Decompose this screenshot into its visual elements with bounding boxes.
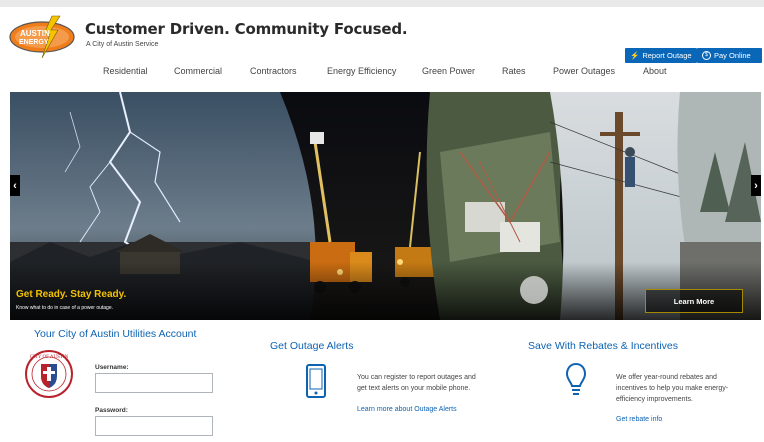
dollar-circle-icon: $ xyxy=(702,51,711,60)
hero-title: Get Ready. Stay Ready. xyxy=(16,289,127,300)
carousel-prev-button[interactable]: ‹ xyxy=(10,175,20,196)
lightbulb-icon xyxy=(565,362,587,395)
nav-item-about[interactable]: About xyxy=(643,66,667,76)
outage-alerts-text-1: You can register to report outages and xyxy=(357,374,476,381)
nav-item-energy-efficiency[interactable]: Energy Efficiency xyxy=(327,66,396,76)
username-label: Username: xyxy=(95,364,129,371)
hero-banner[interactable] xyxy=(10,92,761,320)
nav-item-power-outages[interactable]: Power Outages xyxy=(553,66,615,76)
main-nav: Residential Commercial Contractors Energ… xyxy=(0,66,764,82)
site-subtagline: A City of Austin Service xyxy=(86,41,159,48)
seal-text: CITY OF AUSTIN xyxy=(30,355,69,360)
top-border xyxy=(0,0,764,7)
lightning-icon: ⚡ xyxy=(630,51,640,60)
hero-image xyxy=(10,92,761,320)
mobile-phone-icon xyxy=(306,364,326,398)
nav-item-residential[interactable]: Residential xyxy=(103,66,148,76)
austin-energy-logo[interactable]: AUSTIN ENERGY xyxy=(8,14,78,60)
city-seal-icon: CITY OF AUSTIN xyxy=(25,350,73,398)
carousel-indicator[interactable] xyxy=(520,276,548,304)
outage-alerts-text-2: get text alerts on your mobile phone. xyxy=(357,385,471,392)
rebates-text-2: incentives to help you make energy- xyxy=(616,385,729,392)
password-input[interactable] xyxy=(95,416,213,436)
rebates-text-3: efficiency improvements. xyxy=(616,396,693,403)
username-input[interactable] xyxy=(95,373,213,393)
nav-item-commercial[interactable]: Commercial xyxy=(174,66,222,76)
report-outage-button[interactable]: ⚡ Report Outage xyxy=(625,48,697,63)
nav-item-green-power[interactable]: Green Power xyxy=(422,66,475,76)
chevron-right-icon: › xyxy=(754,179,758,192)
chevron-left-icon: ‹ xyxy=(13,179,17,192)
outage-alerts-title: Get Outage Alerts xyxy=(270,340,354,352)
carousel-next-button[interactable]: › xyxy=(751,175,761,196)
password-label: Password: xyxy=(95,407,128,414)
pay-online-button[interactable]: $ Pay Online xyxy=(697,48,762,63)
logo-text-top: AUSTIN xyxy=(20,29,50,38)
hero-subtitle: Know what to do in case of a power outag… xyxy=(16,305,114,311)
learn-more-button[interactable]: Learn More xyxy=(645,289,743,313)
nav-item-rates[interactable]: Rates xyxy=(502,66,526,76)
nav-item-contractors[interactable]: Contractors xyxy=(250,66,297,76)
pay-online-label: Pay Online xyxy=(714,51,751,60)
report-outage-label: Report Outage xyxy=(642,51,692,60)
outage-alerts-link[interactable]: Learn more about Outage Alerts xyxy=(357,406,457,413)
account-section-title: Your City of Austin Utilities Account xyxy=(34,328,197,340)
rebates-title: Save With Rebates & Incentives xyxy=(528,340,678,352)
site-tagline: Customer Driven. Community Focused. xyxy=(85,20,408,38)
logo-text-bottom: ENERGY xyxy=(19,39,49,46)
rebates-text-1: We offer year-round rebates and xyxy=(616,374,717,381)
rebates-link[interactable]: Get rebate info xyxy=(616,416,662,423)
